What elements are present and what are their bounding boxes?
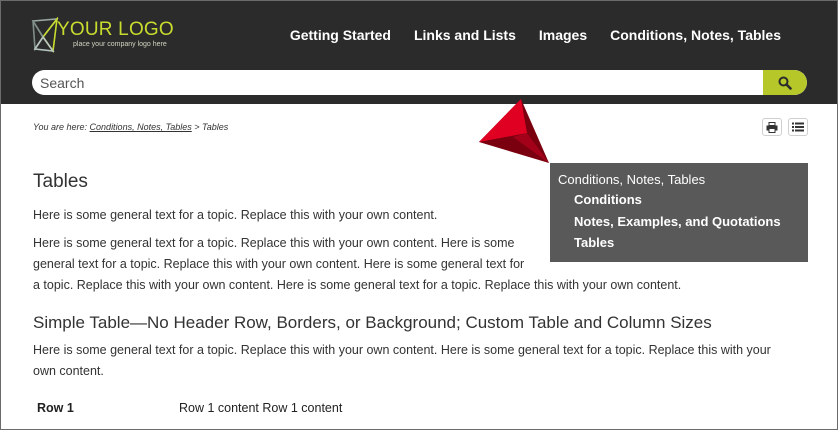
breadcrumb-prefix: You are here: <box>33 122 90 132</box>
breadcrumb-link[interactable]: Conditions, Notes, Tables <box>90 122 192 132</box>
toc-toggle-button[interactable] <box>788 118 808 136</box>
red-pointer-icon <box>479 99 549 163</box>
paragraph-2-line: Here is some general text for a topic. R… <box>33 236 515 250</box>
page-title: Tables <box>33 171 88 192</box>
search-button[interactable] <box>763 70 807 95</box>
mini-toc-item-notes[interactable]: Notes, Examples, and Quotations <box>574 214 781 229</box>
main-nav: Getting Started Links and Lists Images C… <box>290 27 781 43</box>
page-frame: YOUR LOGO place your company logo here G… <box>0 0 838 430</box>
section-heading: Simple Table—No Header Row, Borders, or … <box>33 313 712 332</box>
logo-mark-icon <box>31 17 59 53</box>
table-row-header: Row 1 <box>37 401 74 415</box>
search-icon <box>778 76 792 90</box>
paragraph-3-line: Here is some general text for a topic. R… <box>33 343 771 357</box>
list-icon <box>792 122 804 132</box>
paragraph-2-line: general text for a topic. Replace this w… <box>33 257 525 271</box>
breadcrumb-current: Tables <box>202 122 229 132</box>
header: YOUR LOGO place your company logo here G… <box>1 1 837 104</box>
logo[interactable]: YOUR LOGO place your company logo here <box>31 15 191 55</box>
print-button[interactable] <box>762 118 782 136</box>
nav-conditions-notes-tables[interactable]: Conditions, Notes, Tables <box>610 27 781 43</box>
mini-toc-item-conditions[interactable]: Conditions <box>574 192 642 207</box>
paragraph-2: Here is some general text for a topic. R… <box>33 233 681 296</box>
logo-tagline: place your company logo here <box>73 41 167 48</box>
nav-links-and-lists[interactable]: Links and Lists <box>414 27 516 43</box>
table-cell: Row 1 content Row 1 content <box>179 401 343 415</box>
paragraph-3-line: own content. <box>33 364 104 378</box>
paragraph-2-line: a topic. Replace this with your own cont… <box>33 278 682 292</box>
search-bar <box>32 70 807 95</box>
logo-text: YOUR LOGO <box>57 19 174 40</box>
print-icon <box>766 121 778 133</box>
breadcrumb-separator: > <box>191 122 203 132</box>
paragraph-3: Here is some general text for a topic. R… <box>33 340 771 382</box>
breadcrumb: You are here: Conditions, Notes, Tables … <box>33 122 228 132</box>
search-input[interactable] <box>32 70 770 95</box>
mini-toc-root[interactable]: Conditions, Notes, Tables <box>558 172 705 187</box>
nav-images[interactable]: Images <box>539 27 587 43</box>
nav-getting-started[interactable]: Getting Started <box>290 27 391 43</box>
paragraph-1: Here is some general text for a topic. R… <box>33 208 438 222</box>
